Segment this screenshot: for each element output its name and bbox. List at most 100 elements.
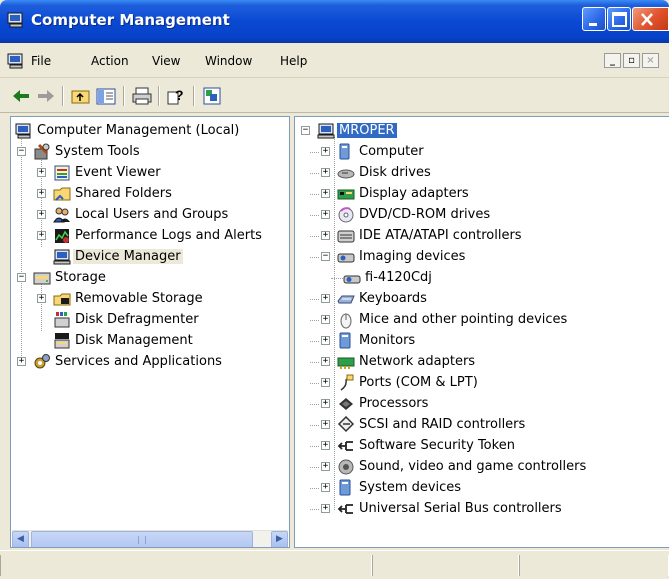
child-restore-button[interactable]: ▫ — [623, 53, 640, 68]
scroll-left-button[interactable]: ◀ — [12, 531, 29, 547]
disk-defragmenter-icon — [53, 311, 71, 329]
tree-label: Keyboards — [359, 291, 427, 306]
expand-toggle[interactable]: + — [321, 231, 330, 240]
expand-toggle[interactable]: + — [321, 336, 330, 345]
tree-connector — [310, 467, 319, 468]
forward-icon[interactable] — [35, 86, 57, 106]
tree-connector — [310, 236, 319, 237]
close-button[interactable] — [632, 7, 669, 31]
keyboard-icon — [337, 290, 355, 308]
tree-label: Mice and other pointing devices — [359, 312, 568, 327]
expand-toggle[interactable]: + — [321, 483, 330, 492]
toolbar-separator — [193, 86, 195, 106]
toolbar-separator — [62, 86, 64, 106]
status-bar — [0, 550, 669, 579]
mouse-icon — [337, 311, 355, 329]
toolbar-separator — [123, 86, 125, 106]
performance-logs-icon — [53, 227, 71, 245]
expand-toggle[interactable]: + — [37, 210, 46, 219]
collapse-toggle[interactable]: − — [301, 126, 310, 135]
scrollbar-thumb[interactable] — [31, 531, 253, 547]
security-token-icon — [337, 437, 355, 455]
status-cell — [0, 555, 372, 576]
display-adapter-icon — [337, 185, 355, 203]
child-close-button[interactable]: × — [642, 53, 659, 68]
services-applications-icon — [33, 353, 51, 371]
up-one-level-icon[interactable] — [70, 86, 92, 106]
expand-toggle[interactable]: + — [37, 231, 46, 240]
users-icon — [53, 206, 71, 224]
tree-label: Monitors — [359, 333, 416, 348]
tree-label: Disk drives — [359, 165, 431, 180]
tree-label: Software Security Token — [359, 438, 515, 453]
tree-label: System devices — [359, 480, 462, 495]
tree-label: DVD/CD-ROM drives — [359, 207, 491, 222]
tree-label: Imaging devices — [359, 249, 466, 264]
maximize-button[interactable] — [607, 7, 631, 31]
expand-toggle[interactable]: + — [321, 462, 330, 471]
scroll-right-button[interactable]: ▶ — [271, 531, 288, 547]
collapse-toggle[interactable]: − — [321, 252, 330, 261]
menu-view[interactable]: View — [152, 54, 180, 68]
expand-toggle[interactable]: + — [321, 315, 330, 324]
print-icon[interactable] — [131, 86, 153, 106]
console-window-icon[interactable] — [7, 53, 25, 72]
tree-label: Processors — [359, 396, 429, 411]
tree-label: Removable Storage — [75, 291, 203, 306]
tree-connector — [310, 383, 319, 384]
dvd-drive-icon — [337, 206, 355, 224]
tree-label: Sound, video and game controllers — [359, 459, 587, 474]
scanner-icon — [343, 269, 361, 287]
ide-controller-icon — [337, 227, 355, 245]
expand-toggle[interactable]: + — [321, 189, 330, 198]
expand-toggle[interactable]: + — [321, 441, 330, 450]
menu-action[interactable]: Action — [91, 54, 129, 68]
tree-label: Network adapters — [359, 354, 476, 369]
expand-toggle[interactable]: + — [321, 294, 330, 303]
expand-toggle[interactable]: + — [17, 357, 26, 366]
menu-file[interactable]: File — [31, 54, 51, 68]
disk-management-icon — [53, 332, 71, 350]
expand-toggle[interactable]: + — [321, 357, 330, 366]
tree-label: SCSI and RAID controllers — [359, 417, 526, 432]
tree-connector — [310, 425, 319, 426]
title-bar[interactable]: Computer Management — [0, 0, 669, 43]
menu-bar: File Action View Window Help _ ▫ × — [0, 43, 669, 78]
tree-connector — [310, 362, 319, 363]
tree-connector — [310, 446, 319, 447]
tree-connector — [21, 137, 22, 358]
help-icon[interactable]: ? — [166, 86, 188, 106]
disk-drive-icon — [337, 164, 355, 182]
expand-toggle[interactable]: + — [321, 168, 330, 177]
expand-toggle[interactable]: + — [321, 147, 330, 156]
child-minimize-button[interactable]: _ — [604, 53, 621, 68]
show-hide-console-tree-icon[interactable] — [95, 86, 117, 106]
horizontal-scrollbar[interactable]: ◀ ▶ — [12, 530, 288, 547]
expand-toggle[interactable]: + — [321, 420, 330, 429]
expand-toggle[interactable]: + — [321, 210, 330, 219]
collapse-toggle[interactable]: − — [17, 273, 26, 282]
menu-window[interactable]: Window — [205, 54, 252, 68]
usb-icon — [337, 500, 355, 518]
properties-icon[interactable] — [201, 86, 223, 106]
collapse-toggle[interactable]: − — [17, 147, 26, 156]
device-tree-pane[interactable]: − MROPER + Computer + Disk drives + Display a… — [294, 116, 669, 548]
minimize-button[interactable] — [582, 7, 606, 31]
computer-icon — [337, 143, 355, 161]
expand-toggle[interactable]: + — [321, 399, 330, 408]
expand-toggle[interactable]: + — [321, 378, 330, 387]
menu-help[interactable]: Help — [280, 54, 307, 68]
status-cell — [519, 555, 669, 576]
tree-label: System Tools — [55, 144, 140, 159]
expand-toggle[interactable]: + — [321, 504, 330, 513]
sound-icon — [337, 458, 355, 476]
expand-toggle[interactable]: + — [37, 294, 46, 303]
expand-toggle[interactable]: + — [37, 189, 46, 198]
expand-toggle[interactable]: + — [37, 168, 46, 177]
tree-label: Disk Defragmenter — [75, 312, 199, 327]
tree-connector — [310, 404, 319, 405]
imaging-device-icon — [337, 248, 355, 266]
console-tree-pane[interactable]: Computer Management (Local) − System Too… — [10, 116, 290, 548]
tree-label: Computer Management (Local) — [37, 123, 240, 138]
back-icon[interactable] — [10, 86, 32, 106]
